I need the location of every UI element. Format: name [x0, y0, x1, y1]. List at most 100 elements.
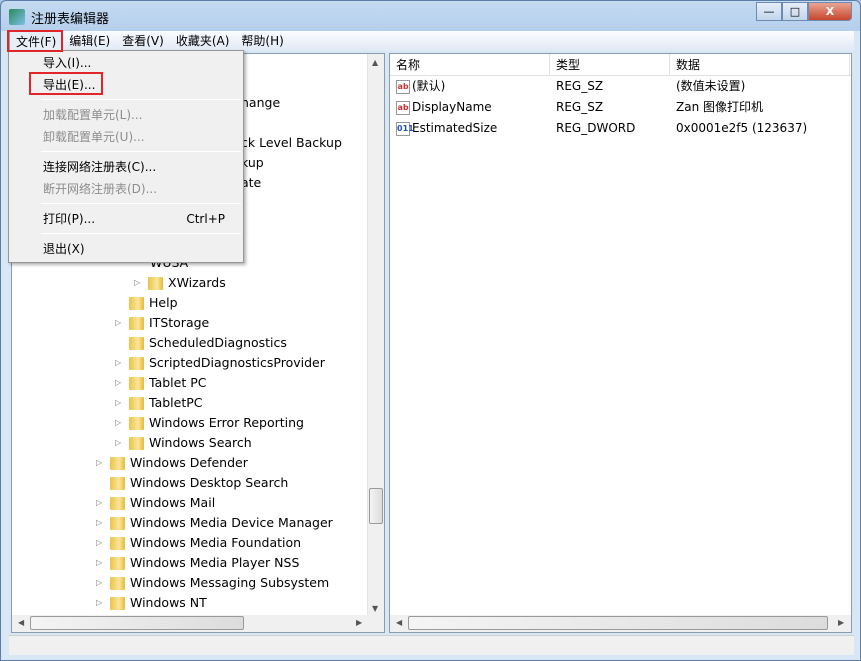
folder-icon [129, 397, 144, 410]
value-row[interactable]: ab(默认) REG_SZ (数值未设置) [390, 76, 851, 97]
menu-item-label: 加载配置单元(L)... [43, 105, 143, 125]
value-name: EstimatedSize [412, 121, 497, 135]
tree-item[interactable]: Help [115, 293, 178, 313]
column-name[interactable]: 名称 [390, 54, 550, 75]
scroll-right-icon[interactable]: ▶ [356, 618, 362, 627]
expand-icon[interactable]: ▷ [96, 513, 106, 533]
expand-icon[interactable]: ▷ [96, 553, 106, 573]
tree-item[interactable]: Windows Desktop Search [96, 473, 288, 493]
tree-item[interactable]: ▷ Windows Media Foundation [96, 533, 301, 553]
tree-item-label: Help [149, 293, 178, 313]
menu-item[interactable]: 连接网络注册表(C)... [43, 157, 239, 177]
column-type[interactable]: 类型 [550, 54, 670, 75]
tree-item-label: Windows NT [130, 593, 207, 613]
menu-item-label: 连接网络注册表(C)... [43, 157, 156, 177]
expand-icon[interactable]: ▷ [115, 373, 125, 393]
menu-view[interactable]: 查看(V) [116, 31, 170, 51]
scroll-thumb[interactable] [369, 488, 383, 524]
scroll-left-icon[interactable]: ◀ [396, 618, 402, 627]
expand-icon[interactable]: ▷ [96, 533, 106, 553]
value-type: REG_DWORD [550, 118, 670, 139]
expand-icon[interactable]: ▷ [134, 273, 144, 293]
tree-item[interactable]: ▷ ScriptedDiagnosticsProvider [115, 353, 325, 373]
tree-item[interactable]: kup [241, 153, 264, 173]
title-bar: 注册表编辑器 [9, 7, 109, 27]
close-button[interactable]: X [808, 2, 852, 21]
value-data: 0x0001e2f5 (123637) [670, 118, 850, 139]
expand-icon[interactable]: ▷ [96, 453, 106, 473]
scroll-up-icon[interactable]: ▲ [372, 58, 378, 67]
menu-separator [41, 203, 241, 204]
scroll-thumb[interactable] [30, 616, 244, 630]
folder-icon [110, 517, 125, 530]
tree-item[interactable]: ▷TabletPC [115, 393, 203, 413]
scroll-thumb[interactable] [408, 616, 828, 630]
maximize-button[interactable]: □ [782, 2, 808, 21]
expand-icon[interactable]: ▷ [115, 413, 125, 433]
menu-help[interactable]: 帮助(H) [235, 31, 289, 51]
menu-item[interactable]: 打印(P)...Ctrl+P [43, 209, 239, 229]
expand-icon[interactable]: ▷ [115, 353, 125, 373]
expand-icon[interactable]: ▷ [96, 493, 106, 513]
tree-item-label: Windows Media Foundation [130, 533, 301, 553]
menu-item[interactable]: 退出(X) [43, 239, 239, 259]
tree-item[interactable]: ▷XWizards [134, 273, 226, 293]
menu-item-label: 断开网络注册表(D)... [43, 179, 157, 199]
expand-icon[interactable]: ▷ [96, 593, 106, 613]
highlight-file-menu [7, 30, 63, 52]
tree-item[interactable]: ▷ Windows NT [96, 593, 207, 613]
tree-item-label: Windows Media Player NSS [130, 553, 299, 573]
tree-item-label: ITStorage [149, 313, 209, 333]
tree-horizontal-scrollbar[interactable]: ◀ ▶ [12, 615, 385, 632]
tree-item-label: nange [241, 93, 280, 113]
menu-bar: 文件(F) 编辑(E) 查看(V) 收藏夹(A) 帮助(H) [9, 31, 854, 51]
menu-favorites[interactable]: 收藏夹(A) [170, 31, 236, 51]
scroll-right-icon[interactable]: ▶ [838, 618, 844, 627]
expand-icon[interactable]: ▷ [96, 573, 106, 593]
tree-item-label: ate [241, 173, 261, 193]
value-row[interactable]: 011EstimatedSize REG_DWORD 0x0001e2f5 (1… [390, 118, 851, 139]
expand-icon[interactable]: ▷ [115, 393, 125, 413]
tree-item-label: Windows Desktop Search [130, 473, 288, 493]
menu-item[interactable]: 加载配置单元(L)... [43, 105, 239, 125]
menu-separator [41, 99, 241, 100]
folder-icon [129, 317, 144, 330]
tree-item[interactable]: ate [241, 173, 261, 193]
tree-item[interactable]: ▷ Tablet PC [115, 373, 206, 393]
tree-item[interactable]: ▷ ITStorage [115, 313, 209, 333]
tree-item[interactable]: ▷ Windows Media Player NSS [96, 553, 299, 573]
folder-icon [129, 417, 144, 430]
tree-item[interactable]: ▷Windows Media Device Manager [96, 513, 333, 533]
tree-item-label: Windows Mail [130, 493, 215, 513]
column-data[interactable]: 数据 [670, 54, 850, 75]
tree-item[interactable]: nange [241, 93, 280, 113]
binary-value-icon: 011 [396, 122, 410, 136]
menu-item[interactable]: 断开网络注册表(D)... [43, 179, 239, 199]
tree-item[interactable]: ScheduledDiagnostics [115, 333, 287, 353]
folder-icon [129, 377, 144, 390]
expand-icon[interactable]: ▷ [115, 433, 125, 453]
menu-item[interactable]: 导入(I)... [43, 53, 239, 73]
tree-item[interactable]: ▷Windows Search [115, 433, 252, 453]
value-row[interactable]: abDisplayName REG_SZ Zan 图像打印机 [390, 97, 851, 118]
tree-item[interactable]: ▷ Windows Mail [96, 493, 215, 513]
minimize-button[interactable]: — [756, 2, 782, 21]
list-horizontal-scrollbar[interactable]: ◀ ▶ [390, 615, 851, 632]
tree-item[interactable]: ▷Windows Messaging Subsystem [96, 573, 329, 593]
scroll-down-icon[interactable]: ▼ [372, 604, 378, 613]
tree-item-label: Tablet PC [149, 373, 206, 393]
value-name: (默认) [412, 79, 445, 93]
menu-item-label: 打印(P)... [43, 209, 95, 229]
tree-item-label: ScheduledDiagnostics [149, 333, 287, 353]
tree-item-label: ScriptedDiagnosticsProvider [149, 353, 325, 373]
scroll-left-icon[interactable]: ◀ [18, 618, 24, 627]
menu-edit[interactable]: 编辑(E) [63, 31, 116, 51]
value-name: DisplayName [412, 100, 492, 114]
expand-icon[interactable]: ▷ [115, 313, 125, 333]
tree-item[interactable]: ck Level Backup [241, 133, 342, 153]
tree-item[interactable]: ▷Windows Error Reporting [115, 413, 304, 433]
tree-item[interactable]: ▷Windows Defender [96, 453, 248, 473]
tree-vertical-scrollbar[interactable]: ▲ ▼ [367, 54, 384, 617]
folder-icon [110, 457, 125, 470]
menu-item[interactable]: 卸载配置单元(U)... [43, 127, 239, 147]
